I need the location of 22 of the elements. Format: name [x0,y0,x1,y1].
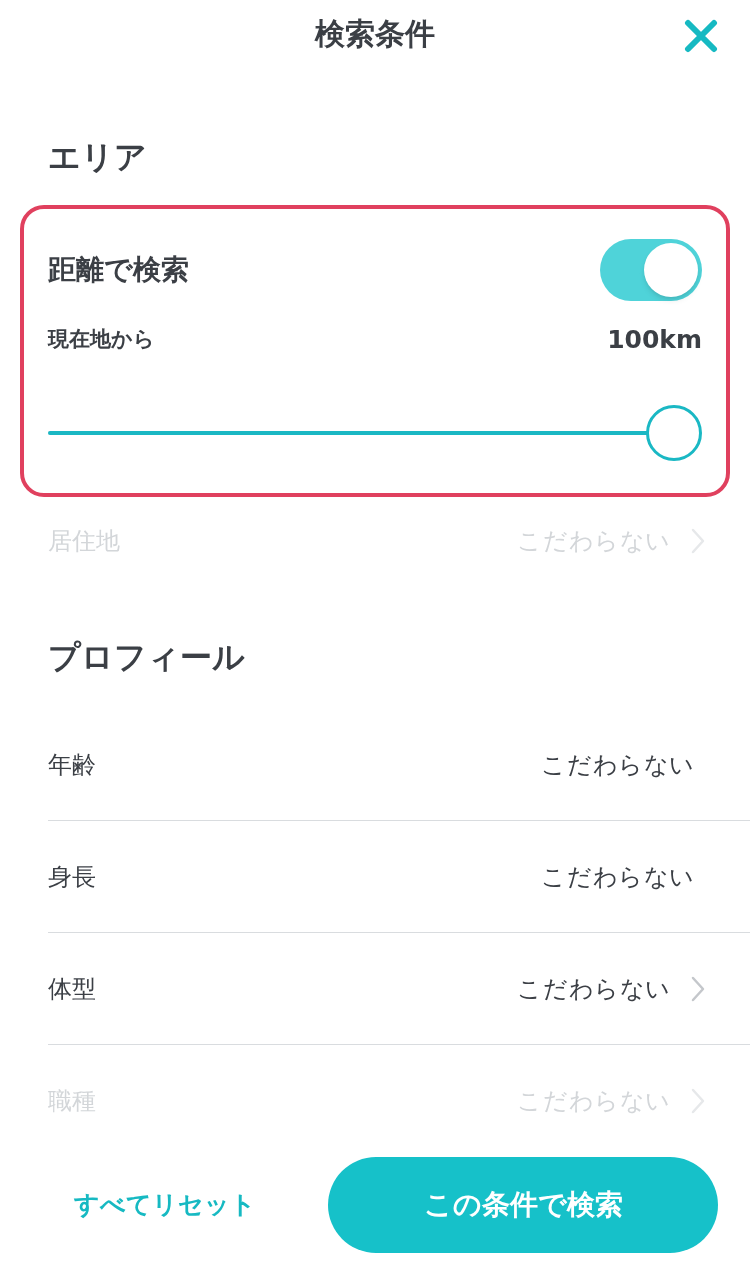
distance-slider[interactable] [48,404,702,463]
search-button[interactable]: この条件で検索 [328,1157,718,1253]
setting-row[interactable]: 体型 こだわらない [48,933,750,1045]
reset-link[interactable]: すべてリセット [74,1186,256,1224]
row-label: 体型 [48,973,96,1005]
chevron-right-icon [691,1088,705,1114]
close-icon[interactable] [684,19,718,53]
row-label: 年齢 [48,749,96,781]
setting-row[interactable]: 身長 こだわらない [48,821,750,933]
page-title: 検索条件 [315,14,435,53]
from-label: 現在地から [48,325,155,353]
distance-reading: 100km [607,323,702,356]
setting-row[interactable]: 年齢 こだわらない [48,709,750,821]
row-label: 身長 [48,861,96,893]
row-value: こだわらない [541,861,695,893]
chevron-right-icon [691,975,705,1002]
chevron-right-icon [691,528,705,554]
row-value: こだわらない [517,973,671,1005]
section-heading: エリア [48,137,147,176]
section-heading: プロフィール [48,637,245,678]
row-value: こだわらない [541,749,695,781]
distance-label: 距離で検索 [48,251,189,288]
